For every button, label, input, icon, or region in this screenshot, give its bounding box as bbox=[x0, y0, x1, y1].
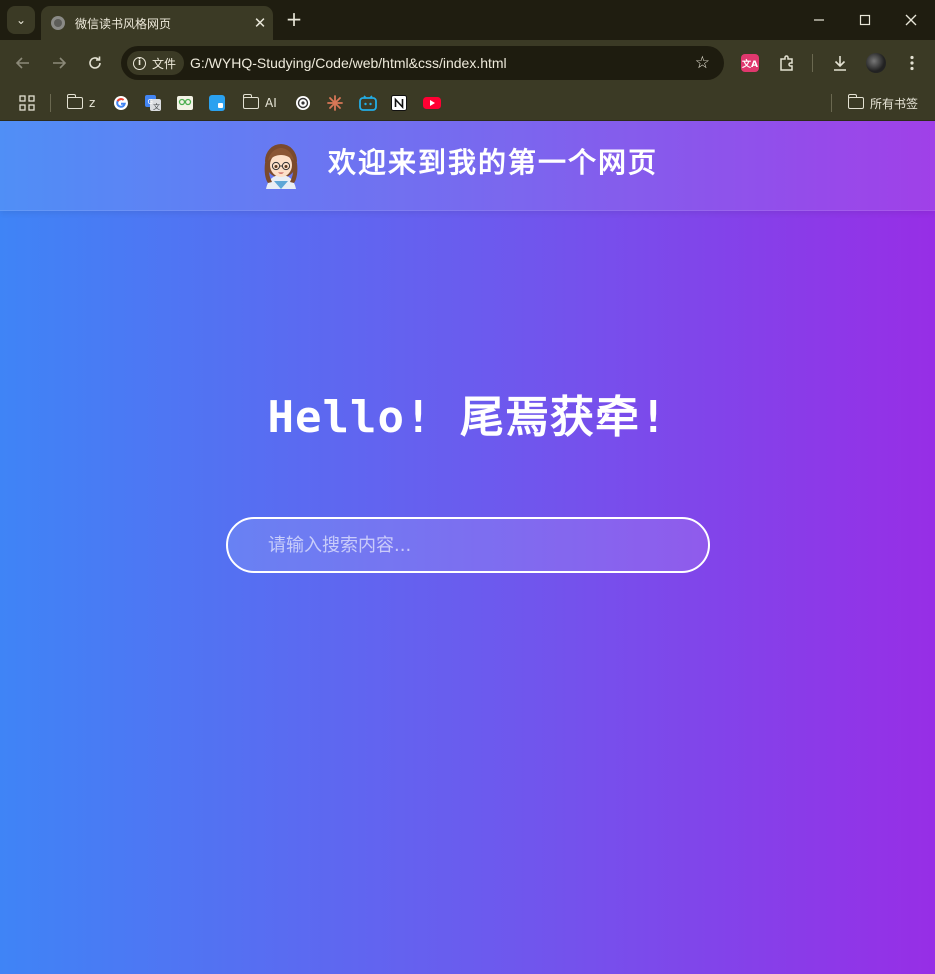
avatar bbox=[264, 144, 298, 189]
extensions-button[interactable] bbox=[775, 51, 799, 75]
folder-icon bbox=[242, 94, 259, 109]
bookmark-google[interactable] bbox=[113, 92, 129, 114]
bookmark-youtube[interactable] bbox=[423, 92, 441, 114]
translate-extension-icon[interactable]: 文A bbox=[741, 54, 759, 72]
folder-icon bbox=[66, 94, 83, 109]
bookmark-label: AI bbox=[265, 96, 277, 110]
puzzle-icon bbox=[780, 55, 793, 71]
info-icon: i bbox=[133, 56, 146, 70]
bookmark-claude[interactable] bbox=[327, 92, 343, 114]
claude-icon bbox=[327, 95, 343, 111]
download-icon bbox=[834, 56, 846, 71]
hello-heading: Hello! 尾焉获牵! bbox=[267, 392, 668, 443]
new-tab-button[interactable]: + bbox=[283, 8, 305, 30]
bookmark-folder-z[interactable]: z bbox=[66, 92, 96, 114]
bookmark-label: z bbox=[89, 96, 96, 110]
bookmark-openai[interactable] bbox=[295, 92, 311, 114]
arrow-right-icon bbox=[53, 57, 67, 69]
tab-search-button[interactable]: ⌄ bbox=[7, 6, 35, 34]
bookmark-blue-icon bbox=[209, 95, 225, 111]
browser-titlebar: ⌄ 微信读书风格网页 ✕ + bbox=[0, 0, 935, 40]
minimize-button[interactable] bbox=[796, 0, 842, 40]
bookmark-notion[interactable] bbox=[391, 92, 407, 114]
site-info-chip[interactable]: i 文件 bbox=[127, 51, 185, 75]
apps-button[interactable] bbox=[19, 92, 35, 114]
apps-grid-icon bbox=[19, 95, 35, 111]
close-window-button[interactable] bbox=[888, 0, 934, 40]
bookmark-google-translate[interactable]: G文 bbox=[145, 92, 161, 114]
bookmark-bilibili[interactable] bbox=[359, 92, 377, 114]
kebab-menu-icon bbox=[910, 55, 914, 71]
openai-icon bbox=[296, 96, 310, 110]
bookmarks-bar: z G文 AI 所有书签 bbox=[0, 86, 935, 121]
bookmark-star-icon[interactable]: ☆ bbox=[695, 46, 710, 80]
bookmarks-divider bbox=[831, 94, 832, 112]
google-translate-icon: G文 bbox=[145, 95, 161, 111]
forward-button[interactable] bbox=[47, 51, 71, 75]
downloads-button[interactable] bbox=[828, 51, 852, 75]
toolbar-divider bbox=[812, 54, 813, 72]
all-bookmarks-label: 所有书签 bbox=[870, 96, 919, 111]
close-icon bbox=[905, 14, 917, 26]
address-bar[interactable]: i 文件 G:/WYHQ-Studying/Code/web/html&css/… bbox=[121, 46, 724, 80]
minimize-icon bbox=[814, 19, 824, 21]
page-header: 欢迎来到我的第一个网页 bbox=[0, 121, 935, 211]
browser-toolbar: i 文件 G:/WYHQ-Studying/Code/web/html&css/… bbox=[0, 40, 935, 86]
reload-button[interactable] bbox=[83, 51, 107, 75]
maximize-icon bbox=[859, 14, 871, 26]
back-button[interactable] bbox=[11, 51, 35, 75]
maximize-button[interactable] bbox=[842, 0, 888, 40]
menu-button[interactable] bbox=[900, 51, 924, 75]
bookmark-green[interactable] bbox=[177, 92, 193, 114]
globe-icon bbox=[51, 16, 65, 30]
bilibili-icon bbox=[359, 95, 377, 111]
svg-text:文: 文 bbox=[153, 102, 160, 111]
bookmark-folder-ai[interactable]: AI bbox=[242, 92, 277, 114]
web-page: 欢迎来到我的第一个网页 Hello! 尾焉获牵! bbox=[0, 121, 935, 974]
reload-icon bbox=[89, 56, 101, 69]
active-tab[interactable]: 微信读书风格网页 ✕ bbox=[41, 6, 273, 40]
url-text[interactable]: G:/WYHQ-Studying/Code/web/html&css/index… bbox=[190, 46, 507, 80]
all-bookmarks-button[interactable]: 所有书签 bbox=[847, 92, 919, 114]
tab-close-button[interactable]: ✕ bbox=[247, 14, 273, 32]
bookmark-blue[interactable] bbox=[209, 92, 225, 114]
tab-title: 微信读书风格网页 bbox=[75, 16, 172, 31]
arrow-left-icon bbox=[15, 57, 29, 69]
chevron-down-icon: ⌄ bbox=[15, 13, 27, 27]
folder-icon bbox=[847, 94, 864, 109]
bookmark-green-icon bbox=[177, 96, 193, 110]
search-input[interactable] bbox=[226, 517, 710, 573]
page-header-title: 欢迎来到我的第一个网页 bbox=[328, 146, 659, 179]
profile-avatar[interactable] bbox=[866, 53, 886, 73]
google-icon bbox=[114, 96, 128, 110]
notion-icon bbox=[391, 95, 407, 111]
bookmarks-divider bbox=[50, 94, 51, 112]
site-chip-label: 文件 bbox=[152, 56, 177, 71]
youtube-icon bbox=[423, 97, 441, 109]
